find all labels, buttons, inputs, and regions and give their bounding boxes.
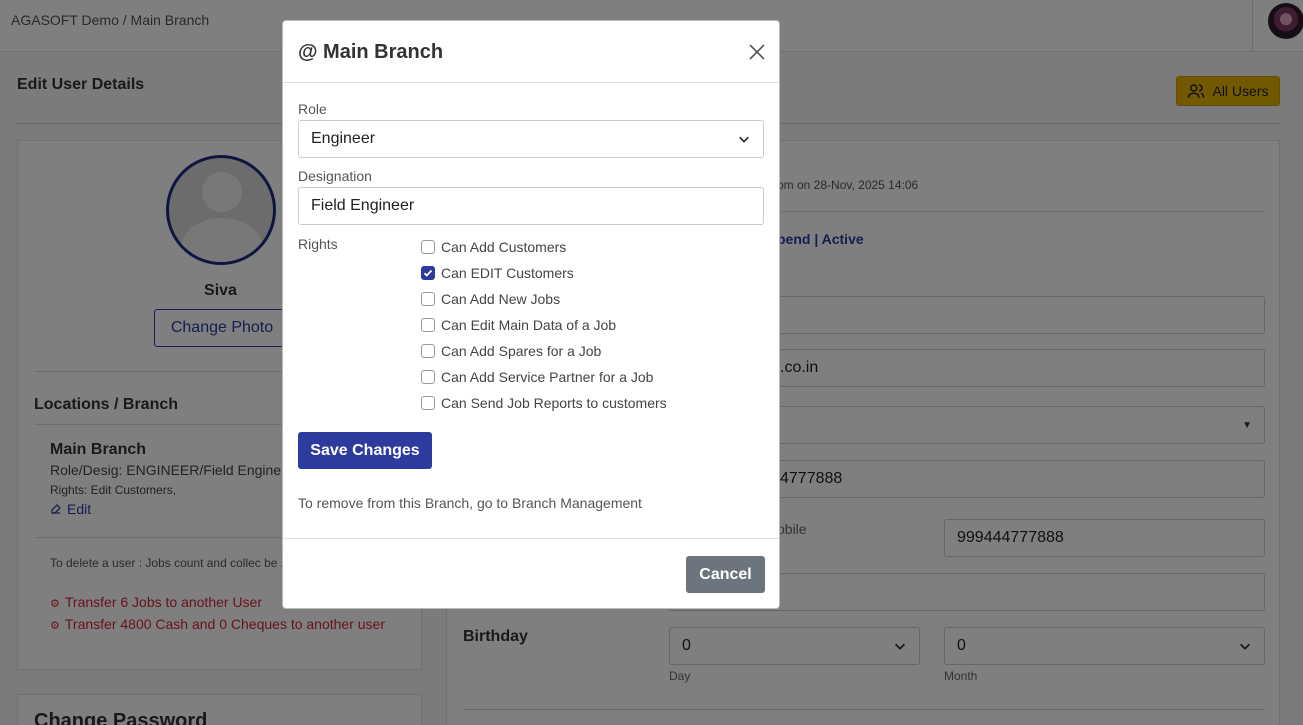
rights-label: Rights — [298, 236, 338, 252]
checkbox[interactable] — [421, 396, 435, 410]
close-icon[interactable] — [747, 42, 767, 62]
role-select[interactable]: Engineer — [298, 120, 764, 158]
right-option[interactable]: Can Add Customers — [421, 234, 667, 260]
chevron-down-icon — [739, 136, 749, 143]
save-changes-button[interactable]: Save Changes — [298, 432, 432, 469]
right-option[interactable]: Can EDIT Customers — [421, 260, 667, 286]
modal-title: @ Main Branch — [298, 41, 444, 63]
right-option[interactable]: Can Add New Jobs — [421, 286, 667, 312]
right-label: Can Add New Jobs — [441, 291, 561, 307]
checkbox[interactable] — [421, 292, 435, 306]
modal-header: @ Main Branch — [283, 21, 779, 83]
remove-branch-note: To remove from this Branch, go to Branch… — [298, 495, 642, 511]
checkbox[interactable] — [421, 318, 435, 332]
right-label: Can Add Customers — [441, 239, 567, 255]
designation-label: Designation — [298, 168, 372, 184]
modal-footer-divider — [283, 538, 779, 539]
checkbox-checked[interactable] — [421, 266, 435, 280]
right-option[interactable]: Can Add Service Partner for a Job — [421, 364, 667, 390]
right-label: Can Add Spares for a Job — [441, 343, 602, 359]
designation-input[interactable] — [298, 187, 764, 225]
check-icon — [423, 269, 433, 277]
right-option[interactable]: Can Add Spares for a Job — [421, 338, 667, 364]
branch-rights-modal: @ Main Branch Role Engineer Designation … — [282, 20, 780, 609]
right-label: Can Edit Main Data of a Job — [441, 317, 617, 333]
role-label: Role — [298, 101, 327, 117]
right-label: Can EDIT Customers — [441, 265, 574, 281]
right-option[interactable]: Can Edit Main Data of a Job — [421, 312, 667, 338]
checkbox[interactable] — [421, 240, 435, 254]
right-option[interactable]: Can Send Job Reports to customers — [421, 390, 667, 416]
cancel-button[interactable]: Cancel — [686, 556, 765, 593]
rights-list: Can Add Customers Can EDIT Customers Can… — [421, 234, 667, 416]
right-label: Can Add Service Partner for a Job — [441, 369, 654, 385]
checkbox[interactable] — [421, 370, 435, 384]
checkbox[interactable] — [421, 344, 435, 358]
role-value: Engineer — [311, 130, 376, 147]
right-label: Can Send Job Reports to customers — [441, 395, 667, 411]
